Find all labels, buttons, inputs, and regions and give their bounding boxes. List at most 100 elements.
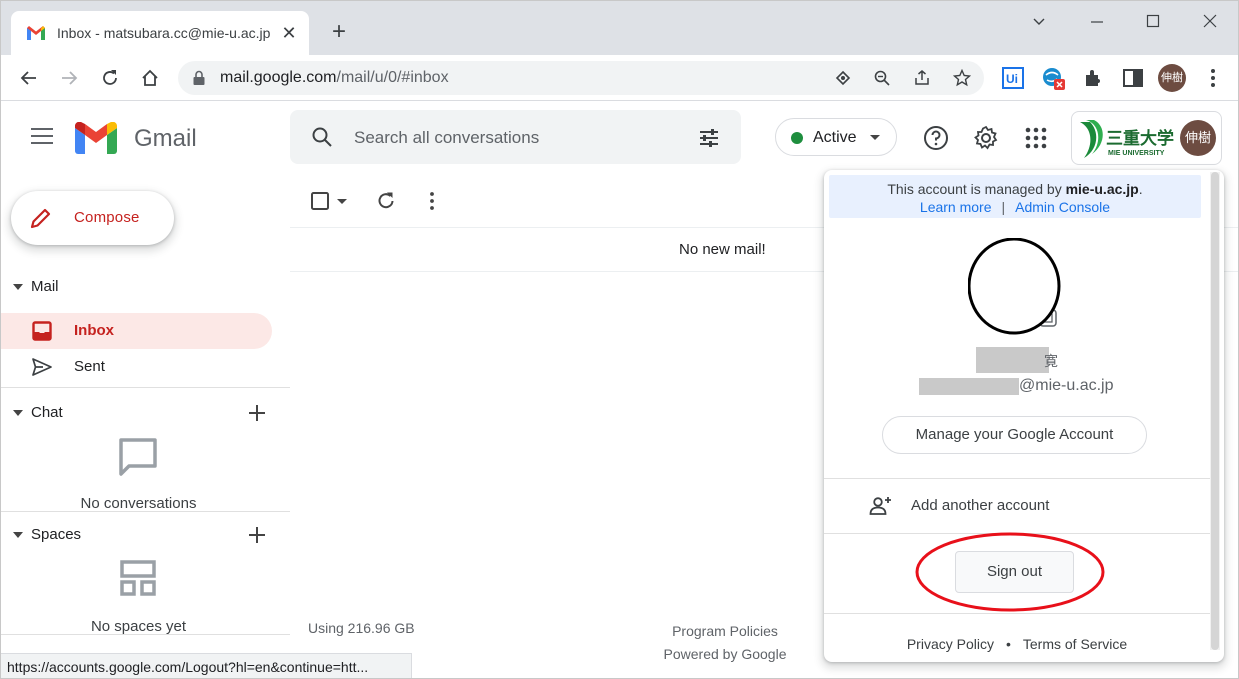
tab-title: Inbox - matsubara.cc@mie-u.ac.jp	[57, 25, 271, 41]
scrollbar-thumb[interactable]	[1211, 172, 1219, 650]
reload-icon[interactable]	[98, 66, 122, 90]
status-bar-url: https://accounts.google.com/Logout?hl=en…	[1, 653, 412, 678]
add-person-icon	[869, 497, 891, 515]
org-logo-text: 三重大学	[1106, 128, 1174, 149]
new-chat-plus-icon[interactable]	[246, 402, 268, 424]
new-space-plus-icon[interactable]	[246, 524, 268, 546]
redacted-email	[919, 378, 1019, 395]
privacy-policy-link[interactable]: Privacy Policy	[907, 636, 994, 652]
back-icon[interactable]	[17, 66, 41, 90]
lock-icon	[193, 70, 205, 85]
more-options-icon[interactable]	[421, 190, 443, 212]
side-panel-icon[interactable]	[1121, 66, 1145, 90]
select-checkbox[interactable]	[309, 190, 331, 212]
inbox-icon	[32, 321, 52, 341]
manage-account-button[interactable]: Manage your Google Account	[882, 416, 1147, 454]
chat-section-label: Chat	[31, 404, 63, 421]
new-tab-icon[interactable]: +	[327, 20, 351, 45]
screen: Inbox - matsubara.cc@mie-u.ac.jp ✕ + mai…	[0, 0, 1239, 679]
home-icon[interactable]	[138, 66, 162, 90]
sign-out-button[interactable]: Sign out	[955, 551, 1074, 593]
divider	[1, 511, 290, 512]
browser-toolbar: mail.google.com/mail/u/0/#inbox Ui 伸樹	[1, 55, 1238, 101]
sidebar-item-label: Sent	[74, 358, 105, 375]
extensions-puzzle-icon[interactable]	[1081, 66, 1105, 90]
managed-domain: mie-u.ac.jp	[1065, 181, 1139, 197]
managed-links: Learn more | Admin Console	[829, 198, 1201, 216]
admin-console-link[interactable]: Admin Console	[1015, 199, 1110, 215]
sidebar-item-sent[interactable]: Sent	[1, 349, 272, 385]
search-placeholder: Search all conversations	[354, 128, 540, 147]
gmail-favicon-icon	[27, 26, 45, 40]
popup-scrollbar[interactable]	[1210, 172, 1220, 650]
add-account-button[interactable]: Add another account	[824, 479, 1210, 533]
profile-email-domain: @mie-u.ac.jp	[1019, 377, 1114, 394]
terms-of-service-link[interactable]: Terms of Service	[1023, 636, 1127, 652]
account-popup: This account is managed by mie-u.ac.jp. …	[824, 170, 1224, 662]
tab-close-icon[interactable]: ✕	[279, 23, 299, 43]
collapse-arrow-icon	[13, 284, 23, 290]
sidebar-item-label: Inbox	[74, 322, 114, 339]
main-menu-icon[interactable]	[31, 128, 53, 146]
minimize-icon[interactable]	[1083, 9, 1111, 33]
gmail-logo-icon[interactable]	[75, 122, 117, 154]
url-path: /mail/u/0/#inbox	[336, 69, 449, 86]
uipath-extension-icon[interactable]: Ui	[1001, 66, 1025, 90]
tab-search-icon[interactable]	[1025, 9, 1053, 33]
pencil-icon	[30, 208, 51, 229]
sidebar: Compose Mail Inbox Sent Chat No conversa…	[1, 173, 290, 651]
profile-avatar[interactable]: 伸樹	[1158, 64, 1186, 92]
program-policies-link[interactable]: Program Policies	[641, 620, 809, 643]
bookmark-star-icon[interactable]	[953, 69, 971, 87]
search-icon[interactable]	[310, 125, 334, 149]
browser-menu-icon[interactable]	[1201, 66, 1225, 90]
refresh-icon[interactable]	[375, 190, 397, 212]
search-bar[interactable]: Search all conversations	[290, 110, 741, 164]
status-dot-icon	[791, 132, 803, 144]
settings-gear-icon[interactable]	[973, 125, 999, 151]
managed-prefix: This account is managed by	[887, 181, 1066, 197]
app-name: Gmail	[134, 125, 197, 152]
redacted-name	[976, 347, 1049, 373]
zoom-icon[interactable]	[873, 69, 891, 87]
lens-icon[interactable]	[834, 69, 852, 87]
url-host: mail.google.com	[220, 69, 337, 86]
account-switcher[interactable]: 三重大学 MIE UNIVERSITY 伸樹	[1071, 111, 1222, 165]
powered-by-google: Powered by Google	[663, 646, 787, 662]
extension-globe-icon[interactable]	[1041, 66, 1065, 90]
mie-university-logo: 三重大学 MIE UNIVERSITY	[1080, 120, 1174, 158]
forward-icon[interactable]	[57, 66, 81, 90]
browser-tab[interactable]: Inbox - matsubara.cc@mie-u.ac.jp ✕	[11, 11, 309, 55]
divider	[1, 634, 290, 635]
help-icon[interactable]	[923, 125, 949, 151]
profile-photo[interactable]	[968, 238, 1064, 336]
storage-usage[interactable]: Using 216.96 GB	[308, 620, 415, 636]
spaces-grid-icon	[120, 560, 156, 596]
mail-section-label: Mail	[31, 278, 59, 295]
share-icon[interactable]	[913, 69, 931, 87]
chat-empty-text: No conversations	[80, 495, 197, 512]
send-icon	[32, 358, 52, 376]
collapse-arrow-icon	[13, 410, 23, 416]
compose-button[interactable]: Compose	[11, 191, 174, 245]
managed-text: This account is managed by mie-u.ac.jp.	[829, 180, 1201, 198]
close-window-icon[interactable]	[1196, 9, 1224, 33]
org-logo-sub: MIE UNIVERSITY	[1108, 150, 1165, 157]
collapse-arrow-icon	[13, 532, 23, 538]
profile-name-suffix: 寛	[1044, 353, 1058, 369]
managed-account-banner: This account is managed by mie-u.ac.jp. …	[829, 175, 1201, 218]
chevron-down-icon	[870, 135, 880, 140]
apps-grid-icon[interactable]	[1023, 125, 1049, 151]
status-button[interactable]: Active	[775, 118, 897, 156]
browser-tab-strip: Inbox - matsubara.cc@mie-u.ac.jp ✕ +	[1, 1, 1238, 55]
search-options-icon[interactable]	[697, 126, 721, 150]
address-bar[interactable]: mail.google.com/mail/u/0/#inbox	[178, 61, 984, 95]
managed-suffix: .	[1138, 181, 1143, 197]
sidebar-item-inbox[interactable]: Inbox	[1, 313, 272, 349]
divider	[1, 387, 290, 388]
svg-text:Ui: Ui	[1006, 72, 1018, 86]
learn-more-link[interactable]: Learn more	[920, 199, 992, 215]
maximize-icon[interactable]	[1139, 9, 1167, 33]
select-dropdown-icon[interactable]	[335, 190, 349, 212]
account-avatar[interactable]: 伸樹	[1180, 120, 1216, 156]
